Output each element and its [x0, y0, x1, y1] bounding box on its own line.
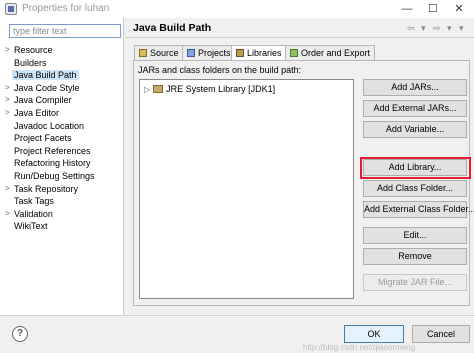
- tree-item-label: Java Compiler: [14, 95, 72, 106]
- add-external-class-folder-button[interactable]: Add External Class Folder...: [363, 201, 474, 218]
- expand-arrow-icon[interactable]: >: [5, 44, 13, 56]
- tree-item[interactable]: Run/Debug Settings: [14, 170, 95, 182]
- tree-item[interactable]: Builders: [14, 57, 47, 69]
- tab-source[interactable]: Source: [134, 45, 184, 60]
- library-jar-icon: [153, 85, 164, 93]
- expand-arrow-icon[interactable]: >: [5, 82, 13, 94]
- tree-item-label: WikiText: [14, 221, 48, 232]
- tab-libraries[interactable]: Libraries: [231, 45, 287, 61]
- remove-button[interactable]: Remove: [363, 248, 467, 265]
- properties-tree-pane: >ResourceBuildersJava Build Path>Java Co…: [0, 18, 124, 315]
- tree-item-label: Builders: [14, 57, 47, 68]
- back-menu-icon[interactable]: ▾: [421, 23, 426, 34]
- tree-item-label: Validation: [14, 208, 53, 219]
- title-bar: Properties for luhan — ☐ ✕: [0, 0, 474, 18]
- library-label: JRE System Library [JDK1]: [166, 84, 276, 94]
- back-arrow-icon[interactable]: ⇦: [407, 23, 415, 34]
- tree-item[interactable]: Project References: [14, 145, 91, 157]
- tree-item-label: Task Repository: [14, 183, 79, 194]
- expand-arrow-icon[interactable]: ▷: [144, 85, 150, 94]
- help-icon[interactable]: ?: [12, 326, 28, 342]
- libraries-list[interactable]: ▷ JRE System Library [JDK1]: [139, 79, 354, 299]
- tab-order-and-export[interactable]: Order and Export: [285, 45, 376, 60]
- page-title: Java Build Path: [133, 22, 212, 34]
- tree-item-label: Project References: [14, 145, 91, 156]
- add-jars-button[interactable]: Add JARs...: [363, 79, 467, 96]
- libraries-icon: [236, 49, 244, 57]
- forward-arrow-icon[interactable]: ⇨: [433, 23, 441, 34]
- add-library-highlight: [360, 157, 471, 179]
- tree-item[interactable]: Task Tags: [14, 195, 54, 207]
- migrate-jar-button[interactable]: Migrate JAR File...: [363, 274, 467, 291]
- tree-item[interactable]: WikiText: [14, 220, 48, 232]
- dialog-footer: ? OK Cancel http://blog.csdn.net/qiaoerm…: [0, 315, 474, 353]
- list-item[interactable]: ▷ JRE System Library [JDK1]: [144, 83, 275, 95]
- edit-button[interactable]: Edit...: [363, 227, 467, 244]
- window-title: Properties for luhan: [22, 3, 110, 14]
- ok-button[interactable]: OK: [344, 325, 404, 343]
- tree-item-label: Project Facets: [14, 133, 72, 144]
- add-variable-button[interactable]: Add Variable...: [363, 121, 467, 138]
- tab-order-export-label: Order and Export: [301, 48, 371, 58]
- app-icon: [5, 3, 17, 15]
- tree-item[interactable]: Javadoc Location: [14, 120, 84, 132]
- tree-item-label: Resource: [14, 45, 53, 55]
- add-external-jars-button[interactable]: Add External JARs...: [363, 100, 467, 117]
- tree-item[interactable]: Java Build Path: [12, 69, 79, 81]
- tree-item-label: Java Code Style: [14, 82, 80, 93]
- filter-input[interactable]: [9, 24, 121, 38]
- order-export-icon: [290, 49, 298, 57]
- close-button[interactable]: ✕: [446, 1, 472, 17]
- projects-icon: [187, 49, 195, 57]
- tree-item-label: Javadoc Location: [14, 120, 85, 131]
- expand-arrow-icon[interactable]: >: [5, 208, 13, 220]
- tree-item[interactable]: > Task Repository: [5, 183, 79, 195]
- tree-item[interactable]: > Validation: [5, 208, 53, 220]
- forward-menu-icon[interactable]: ▾: [447, 23, 452, 34]
- tree-item-label: Refactoring History: [14, 158, 91, 169]
- maximize-button[interactable]: ☐: [420, 1, 446, 17]
- libraries-panel: JARs and class folders on the build path…: [133, 60, 474, 306]
- expand-arrow-icon[interactable]: >: [5, 94, 13, 106]
- tab-libraries-label: Libraries: [247, 48, 282, 58]
- tree-item-label: Java Build Path: [12, 70, 79, 81]
- minimize-button[interactable]: —: [394, 1, 420, 17]
- tree-item-label: Java Editor: [14, 108, 60, 118]
- build-path-page: Java Build Path ⇦ ▾ ⇨ ▾ ▾ Source Project…: [125, 18, 474, 315]
- tree-item[interactable]: > Java Code Style: [5, 82, 80, 94]
- tree-item[interactable]: > Java Editor: [5, 107, 60, 119]
- tree-item-label: Task Tags: [14, 196, 54, 207]
- watermark: http://blog.csdn.net/qiaoermeng: [303, 343, 416, 352]
- expand-arrow-icon[interactable]: >: [5, 183, 13, 195]
- source-folder-icon: [139, 49, 147, 57]
- tree-item[interactable]: Project Facets: [14, 132, 72, 144]
- tree-item[interactable]: > Java Compiler: [5, 94, 72, 106]
- tree-item[interactable]: > Resource: [5, 44, 53, 56]
- view-menu-icon[interactable]: ▾: [459, 23, 464, 34]
- cancel-button[interactable]: Cancel: [412, 325, 470, 343]
- libraries-heading: JARs and class folders on the build path…: [138, 65, 302, 75]
- tree-item[interactable]: Refactoring History: [14, 157, 91, 169]
- tab-source-label: Source: [150, 48, 179, 58]
- tab-projects-label: Projects: [198, 48, 231, 58]
- title-separator: [125, 37, 474, 38]
- add-class-folder-button[interactable]: Add Class Folder...: [363, 180, 467, 197]
- tree-item-label: Run/Debug Settings: [14, 171, 95, 181]
- expand-arrow-icon[interactable]: >: [5, 107, 13, 119]
- tab-projects[interactable]: Projects: [182, 45, 236, 60]
